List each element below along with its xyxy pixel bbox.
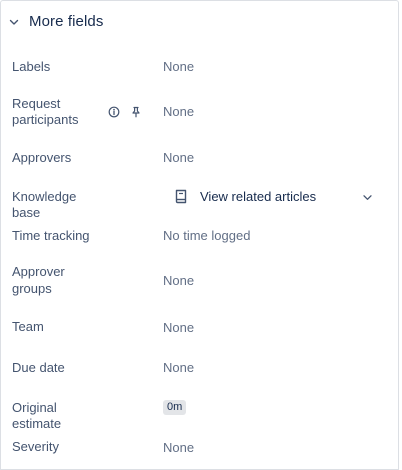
field-label-knowledge-base: Knowledge base [12,189,77,220]
chevron-down-icon [363,195,372,200]
field-value-team[interactable]: None [163,320,194,336]
field-label-time-tracking: Time tracking [12,228,90,243]
field-label-request-participants-line1: Request [12,96,61,111]
field-label-due-date: Due date [12,360,65,375]
field-value-approvers[interactable]: None [163,150,194,166]
request-participants-icons [108,106,148,120]
field-value-severity[interactable]: None [163,440,194,456]
field-label-severity: Severity [12,439,59,454]
book-icon [175,189,187,204]
field-label-approver-groups-line1: Approver [12,264,65,279]
field-label-original-estimate: Original estimate [12,400,62,431]
field-value-approver-groups[interactable]: None [163,273,194,289]
original-estimate-lozenge[interactable]: 0m [163,400,187,415]
knowledge-base-select[interactable]: View related articles [163,183,381,211]
field-label-approver-groups-line2: groups [12,281,52,296]
field-label-approvers: Approvers [12,150,72,165]
field-label-labels: Labels [12,59,51,74]
knowledge-base-value: View related articles [200,189,317,204]
section-title: More fields [29,13,104,30]
field-label-request-participants-line2: participants [12,112,79,127]
pin-icon[interactable] [130,106,142,118]
field-value-time-tracking[interactable]: No time logged [163,228,250,244]
field-value-request-participants[interactable]: None [163,104,194,120]
field-value-due-date[interactable]: None [163,360,194,376]
field-value-labels[interactable]: None [163,59,194,75]
more-fields-panel: More fields Labels None Request particip… [0,0,399,470]
chevron-down-icon [9,19,19,25]
info-icon[interactable] [108,106,120,118]
field-label-team: Team [12,319,44,334]
more-fields-toggle[interactable]: More fields [1,1,398,45]
